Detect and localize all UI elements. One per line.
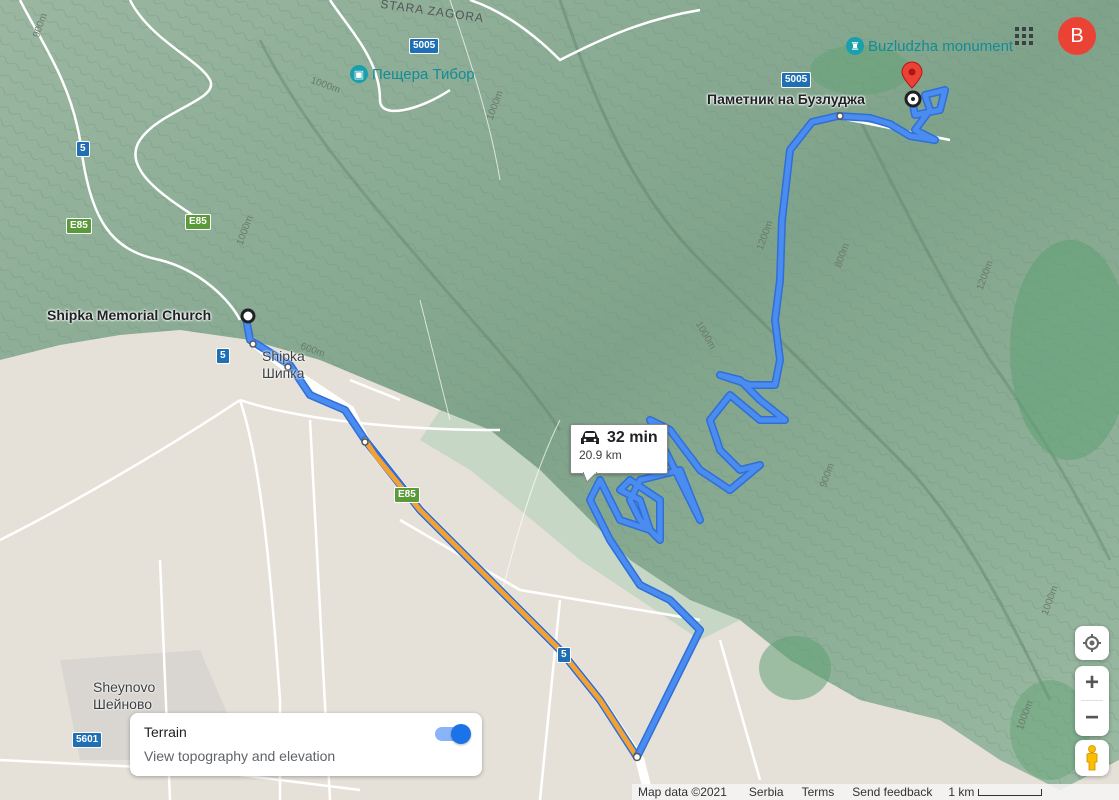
forest-patch	[759, 636, 831, 700]
minus-icon: −	[1084, 704, 1099, 731]
town-sheynovo-cyrillic: Шейново	[93, 696, 153, 712]
my-location-button[interactable]	[1075, 626, 1109, 660]
destination-label[interactable]: Паметник на Бузлуджа	[707, 91, 865, 107]
monument-icon: ♜	[846, 37, 864, 55]
town-sheynovo-latin: Sheynovo	[93, 679, 156, 695]
map-data-credit: Map data ©2021	[638, 785, 727, 799]
country-label[interactable]: Serbia	[749, 785, 784, 799]
terrain-panel[interactable]: Terrain View topography and elevation	[130, 713, 482, 776]
terrain-toggle[interactable]	[435, 724, 471, 744]
origin-marker[interactable]	[240, 308, 256, 324]
route-distance: 20.9 km	[579, 448, 622, 462]
route-info-bubble[interactable]: 32 min 20.9 km	[570, 424, 668, 482]
account-avatar[interactable]: B	[1058, 17, 1096, 55]
car-icon	[581, 431, 599, 444]
road-shield-5005: 5005	[409, 38, 440, 54]
pegman-icon	[1086, 745, 1098, 771]
road-shield-e85: E85	[66, 218, 92, 234]
scale-label[interactable]: 1 km	[948, 785, 974, 799]
road-shield-5: 5	[76, 141, 90, 157]
map-canvas[interactable]	[0, 0, 1119, 800]
poi-cave[interactable]: ▣ Пещера Тибор	[350, 65, 475, 83]
zoom-out-button[interactable]: −	[1075, 701, 1109, 735]
town-sheynovo[interactable]: Sheynovo Шейново	[93, 679, 155, 713]
zoom-in-button[interactable]: +	[1075, 666, 1109, 700]
origin-label[interactable]: Shipka Memorial Church	[47, 307, 211, 323]
my-location-icon	[1083, 634, 1101, 652]
route-duration: 32 min	[607, 429, 658, 446]
poi-cave-label: Пещера Тибор	[372, 65, 475, 83]
town-shipka-cyrillic: Шипка	[262, 365, 305, 381]
road-shield-5601: 5601	[72, 732, 103, 748]
terrain-title: Terrain	[144, 724, 187, 740]
send-feedback-link[interactable]: Send feedback	[852, 785, 932, 799]
road-shield-5: 5	[557, 647, 571, 663]
bubble-pointer	[583, 472, 597, 482]
poi-monument-label: Buzludzha monument	[868, 37, 1014, 55]
road-shield-5005: 5005	[781, 72, 812, 88]
terms-link[interactable]: Terms	[802, 785, 835, 799]
museum-icon: ▣	[350, 65, 368, 83]
terrain-toggle-knob	[451, 724, 471, 744]
road-shield-e85: E85	[394, 487, 420, 503]
town-shipka-latin: Shipka	[262, 348, 305, 364]
apps-grid-icon[interactable]	[1014, 26, 1034, 46]
scale-bar[interactable]	[978, 788, 1043, 796]
zoom-controls: + −	[1075, 666, 1109, 736]
road-shield-e85: E85	[185, 214, 211, 230]
poi-monument[interactable]: ♜ Buzludzha monument	[846, 37, 1013, 55]
plus-icon: +	[1084, 669, 1099, 696]
map-footer: Map data ©2021 Serbia Terms Send feedbac…	[632, 784, 1119, 800]
terrain-subtitle: View topography and elevation	[144, 748, 336, 764]
pegman-button[interactable]	[1075, 740, 1109, 776]
road-shield-5: 5	[216, 348, 230, 364]
town-shipka[interactable]: Shipka Шипка	[262, 348, 305, 382]
